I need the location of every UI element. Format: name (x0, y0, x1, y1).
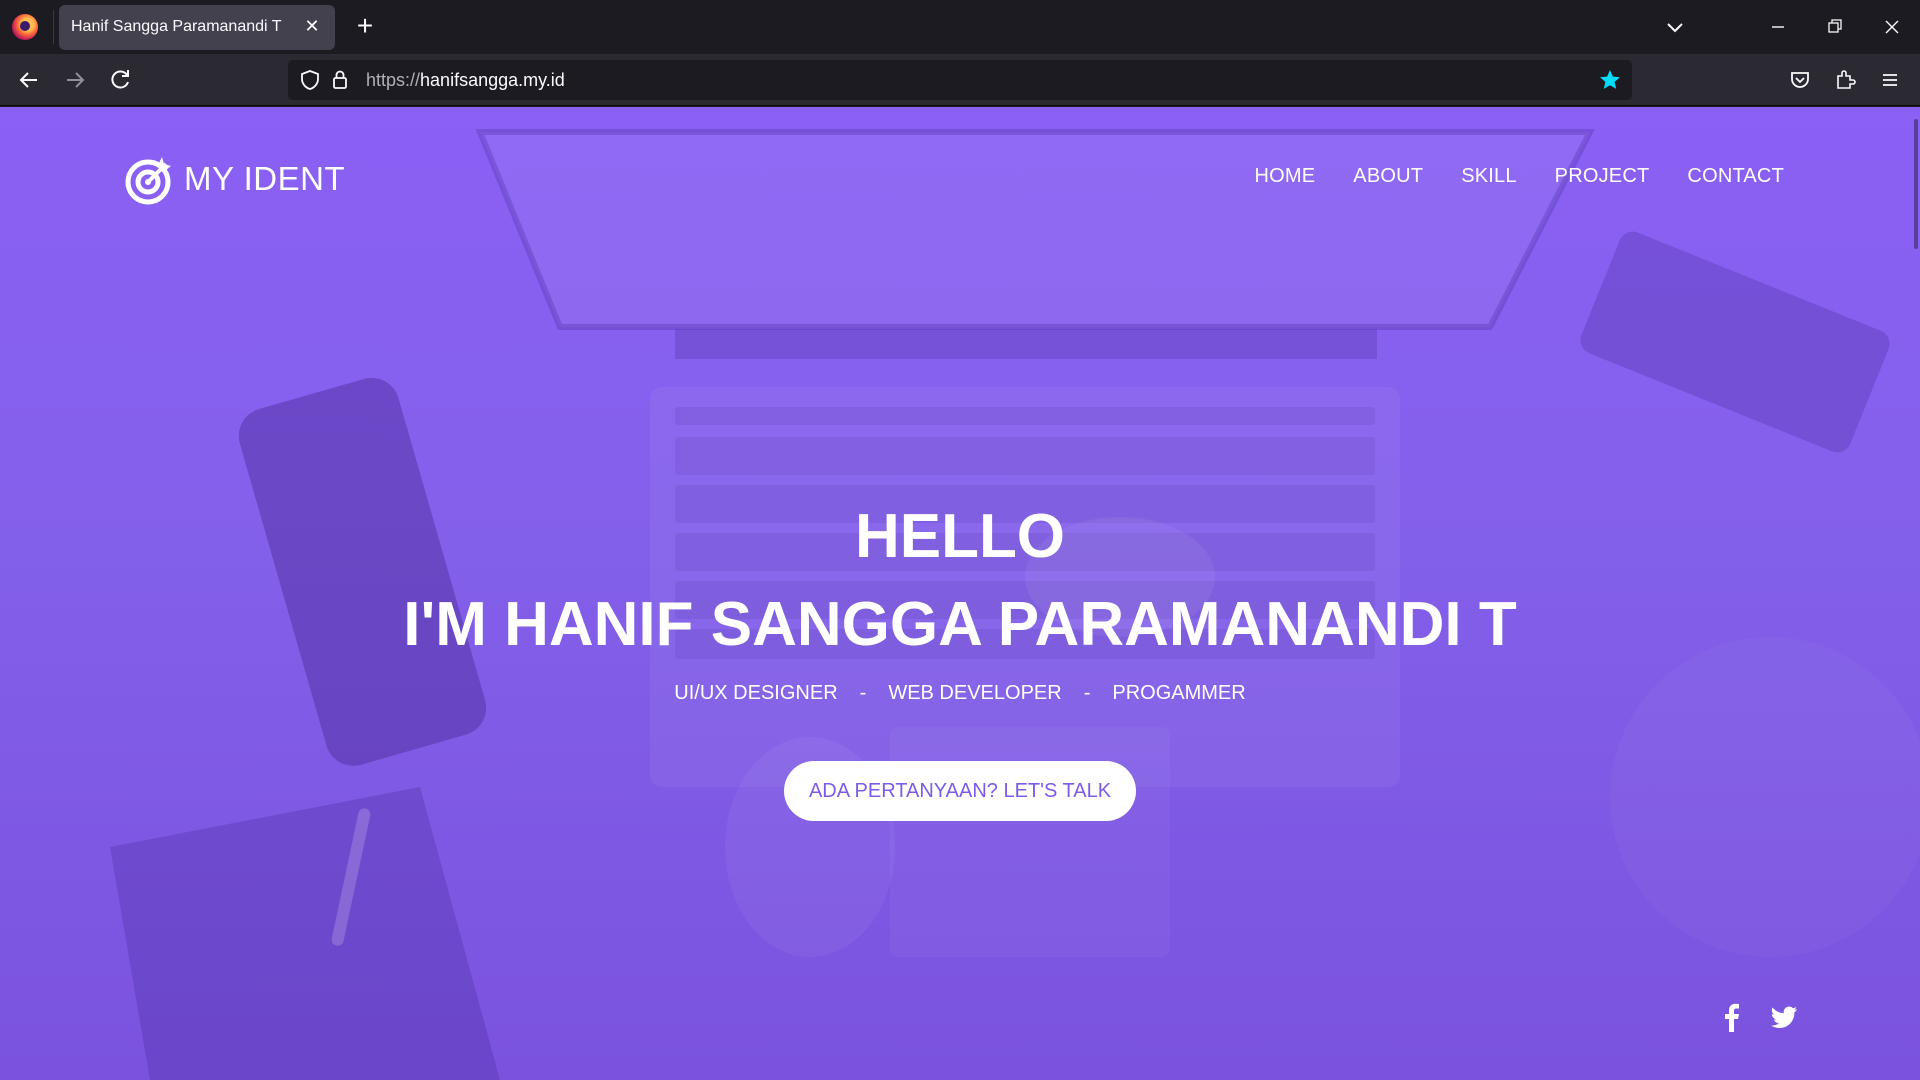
twitter-icon[interactable] (1768, 1001, 1800, 1033)
new-tab-button[interactable]: + (348, 10, 382, 44)
role-programmer: PROGAMMER (1112, 682, 1246, 704)
nav-skill[interactable]: SKILL (1461, 165, 1516, 188)
address-bar[interactable]: https://hanifsangga.my.id (288, 60, 1632, 100)
reload-icon[interactable] (103, 63, 137, 97)
main-nav: HOME ABOUT SKILL PROJECT CONTACT (1254, 165, 1784, 188)
url-text[interactable]: https://hanifsangga.my.id (366, 70, 565, 91)
site-logo[interactable]: MY IDENT (122, 151, 345, 207)
browser-toolbar: https://hanifsangga.my.id (0, 54, 1920, 106)
menu-icon[interactable] (1874, 64, 1906, 96)
nav-about[interactable]: ABOUT (1353, 165, 1423, 188)
pocket-icon[interactable] (1784, 64, 1816, 96)
facebook-icon[interactable] (1716, 1001, 1748, 1033)
shield-icon[interactable] (298, 68, 322, 92)
scrollbar-thumb[interactable] (1914, 119, 1918, 249)
url-host: hanifsangga.my.id (420, 70, 565, 90)
brand-name: MY IDENT (184, 160, 346, 197)
tab-title: Hanif Sangga Paramanandi T (71, 18, 282, 35)
hero-content: HELLO I'M HANIF SANGGA PARAMANANDI T UI/… (0, 502, 1920, 705)
extensions-icon[interactable] (1829, 64, 1861, 96)
hero-greeting: HELLO (854, 502, 1066, 571)
back-arrow-icon[interactable] (12, 63, 46, 97)
role-uiux: UI/UX DESIGNER (674, 682, 838, 704)
close-icon[interactable]: ✕ (299, 13, 325, 39)
hero-name: I'M HANIF SANGGA PARAMANANDI T (403, 590, 1517, 659)
role-web-developer: WEB DEVELOPER (888, 682, 1062, 704)
nav-project[interactable]: PROJECT (1555, 165, 1650, 188)
target-icon (125, 157, 171, 205)
url-scheme: https:// (366, 70, 421, 90)
nav-contact[interactable]: CONTACT (1687, 165, 1784, 188)
close-window-icon[interactable] (1872, 10, 1912, 44)
nav-home[interactable]: HOME (1254, 165, 1315, 188)
hero-roles: UI/UX DESIGNER - WEB DEVELOPER - PROGAMM… (0, 682, 1920, 705)
lock-icon[interactable] (328, 68, 352, 92)
chevron-down-icon[interactable] (1660, 12, 1690, 42)
tab-separator (53, 10, 54, 44)
role-separator: - (1083, 682, 1091, 704)
restore-icon[interactable] (1814, 10, 1854, 44)
role-separator: - (859, 682, 867, 704)
contact-cta-button[interactable]: ADA PERTANYAAN? LET'S TALK (784, 761, 1136, 821)
browser-tab-bar: Hanif Sangga Paramanandi T ✕ + (0, 0, 1920, 54)
bookmark-star-icon[interactable] (1596, 66, 1624, 94)
firefox-icon[interactable] (12, 14, 38, 40)
hero-section: MY IDENT HOME ABOUT SKILL PROJECT CONTAC… (0, 107, 1920, 1080)
browser-tab[interactable]: Hanif Sangga Paramanandi T ✕ (59, 5, 335, 50)
forward-arrow-icon[interactable] (58, 63, 92, 97)
minimize-icon[interactable] (1758, 10, 1798, 44)
